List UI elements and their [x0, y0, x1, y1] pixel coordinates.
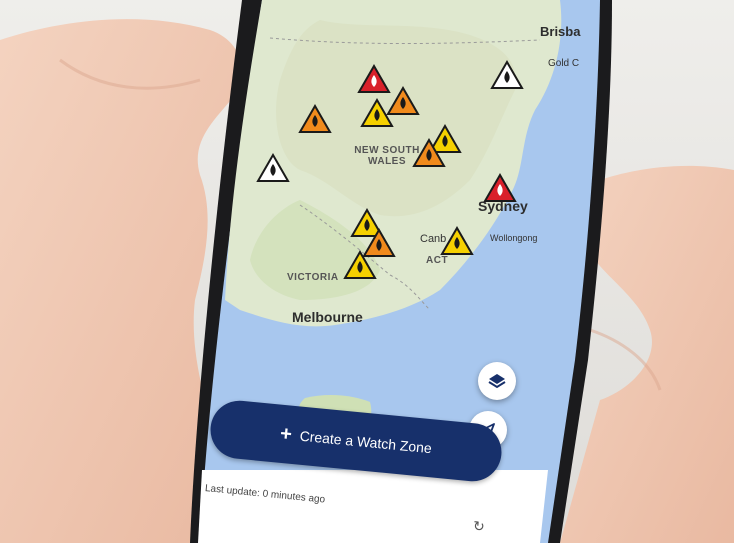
create-watch-zone-button[interactable]: + Create a Watch Zone	[207, 398, 505, 484]
fire-marker-planned-burn[interactable]	[256, 153, 290, 183]
fire-marker-watch-act[interactable]	[298, 104, 332, 134]
fire-marker-watch-act[interactable]	[412, 138, 446, 168]
layers-icon	[488, 374, 506, 389]
phone-screen: NEW SOUTH WALES VICTORIA ACT Melbourne S…	[0, 0, 734, 543]
fire-marker-planned-burn[interactable]	[490, 60, 524, 90]
map-label-victoria: VICTORIA	[287, 272, 339, 283]
plus-icon: +	[279, 422, 293, 446]
map-label-brisbane: Brisba	[540, 24, 581, 39]
fire-marker-advice[interactable]	[343, 250, 377, 280]
fire-marker-advice[interactable]	[440, 226, 474, 256]
map-label-gold-coast: Gold C	[548, 58, 580, 69]
refresh-icon[interactable]: ↻	[472, 518, 485, 536]
fire-marker-emergency[interactable]	[483, 173, 517, 203]
layers-button[interactable]	[478, 362, 516, 400]
create-watch-zone-label: Create a Watch Zone	[299, 427, 433, 457]
map-label-melbourne: Melbourne	[292, 309, 363, 325]
map-label-act: ACT	[426, 255, 449, 266]
map-label-wollongong: Wollongong	[490, 233, 538, 243]
fire-marker-advice[interactable]	[360, 98, 394, 128]
last-update-text: Last update: 0 minutes ago	[204, 483, 326, 506]
